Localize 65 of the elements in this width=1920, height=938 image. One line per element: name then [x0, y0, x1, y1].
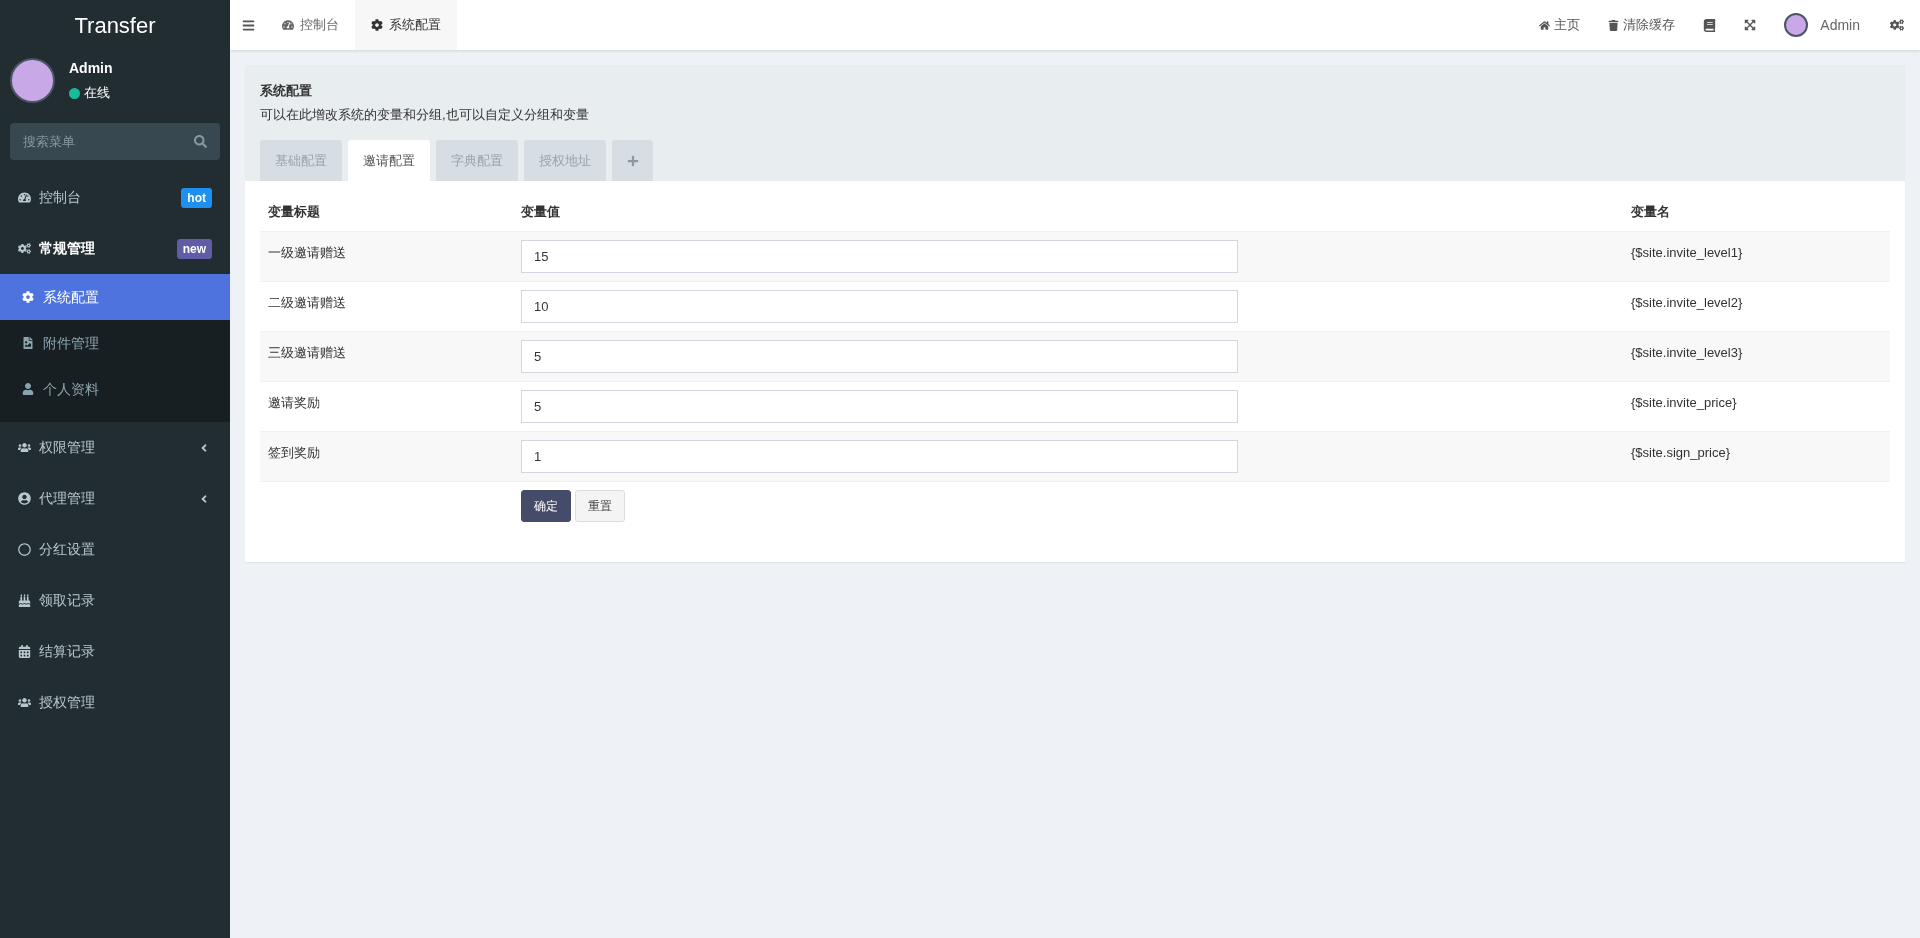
table-cell-text: 签到奖励 [267, 444, 321, 462]
menu-badge: new [176, 238, 212, 259]
dashboard-icon [282, 19, 294, 31]
value-input[interactable]: 5 [521, 390, 1238, 423]
table-cell-text: {$site.invite_level1} [1630, 244, 1744, 262]
fullscreen-icon[interactable] [1744, 19, 1757, 31]
user-name: Admin [69, 59, 113, 79]
column-header: 变量值 [520, 203, 561, 222]
plus-icon [626, 154, 639, 167]
column-header: 变量标题 [267, 203, 321, 222]
menu-item[interactable]: 控制台 hot [0, 172, 230, 223]
table-cell-text: 邀请奖励 [267, 394, 321, 412]
table-cell-text: {$site.invite_level2} [1630, 294, 1744, 312]
nav-tab[interactable]: 控制台 [266, 0, 355, 50]
menu-item[interactable]: 授权管理 [0, 677, 230, 728]
menu-item[interactable]: 结算记录 [0, 626, 230, 677]
settings-icon[interactable] [1890, 18, 1904, 32]
value-input[interactable]: 15 [521, 240, 1238, 273]
top-user-name[interactable]: Admin [1820, 14, 1860, 36]
submenu-item[interactable]: 附件管理 [0, 320, 230, 366]
menu-item[interactable]: 代理管理 [0, 473, 230, 524]
column-header: 变量名 [1630, 203, 1671, 222]
users-icon [18, 441, 31, 454]
menu-item[interactable]: 常规管理 new [0, 223, 230, 274]
menu-item[interactable]: 权限管理 [0, 422, 230, 473]
gear-icon [371, 19, 383, 31]
reset-button[interactable]: 重置 [575, 490, 625, 522]
gear-icon [22, 291, 34, 303]
submenu-item[interactable]: 系统配置 [0, 274, 230, 320]
brand-title: Transfer [73, 11, 157, 40]
menu-item[interactable]: 领取记录 [0, 575, 230, 626]
search-icon [194, 135, 207, 148]
top-link[interactable]: 主页 [1525, 15, 1595, 35]
users-icon [18, 696, 31, 709]
dashboard-icon [18, 191, 31, 204]
table-cell-text: {$site.sign_price} [1630, 444, 1731, 462]
submenu-item[interactable]: 个人资料 [0, 366, 230, 412]
avatar [1784, 13, 1809, 37]
book-icon[interactable] [1703, 18, 1717, 32]
calendar-icon [18, 645, 31, 658]
table-cell-text: {$site.invite_level3} [1630, 344, 1744, 362]
menu-item[interactable]: 分红设置 [0, 524, 230, 575]
gears-icon [18, 242, 31, 255]
user-icon [22, 383, 34, 395]
panel-title: 系统配置 [260, 82, 313, 100]
user-status: 在线 [84, 84, 110, 103]
config-tab[interactable]: 邀请配置 [348, 140, 430, 181]
cake-icon [18, 594, 31, 607]
value-input[interactable]: 10 [521, 290, 1238, 323]
search-field[interactable]: 搜索菜单 [10, 123, 220, 160]
confirm-button[interactable]: 确定 [521, 490, 571, 522]
image-file-icon [22, 337, 34, 349]
table-cell-text: {$site.invite_price} [1630, 394, 1738, 412]
trash-icon [1608, 19, 1620, 31]
table-cell-text: 三级邀请赠送 [267, 344, 347, 362]
panel-description: 可以在此增改系统的变量和分组,也可以自定义分组和变量 [260, 105, 590, 124]
table-cell-text: 一级邀请赠送 [267, 244, 347, 262]
nav-tab[interactable]: 系统配置 [355, 0, 457, 50]
menu-badge: hot [181, 187, 212, 208]
home-icon [1539, 19, 1551, 31]
value-input[interactable]: 5 [521, 340, 1238, 373]
table-cell-text: 二级邀请赠送 [267, 294, 347, 312]
value-input[interactable]: 1 [521, 440, 1238, 473]
avatar [10, 58, 55, 103]
top-link[interactable]: 清除缓存 [1594, 15, 1690, 35]
